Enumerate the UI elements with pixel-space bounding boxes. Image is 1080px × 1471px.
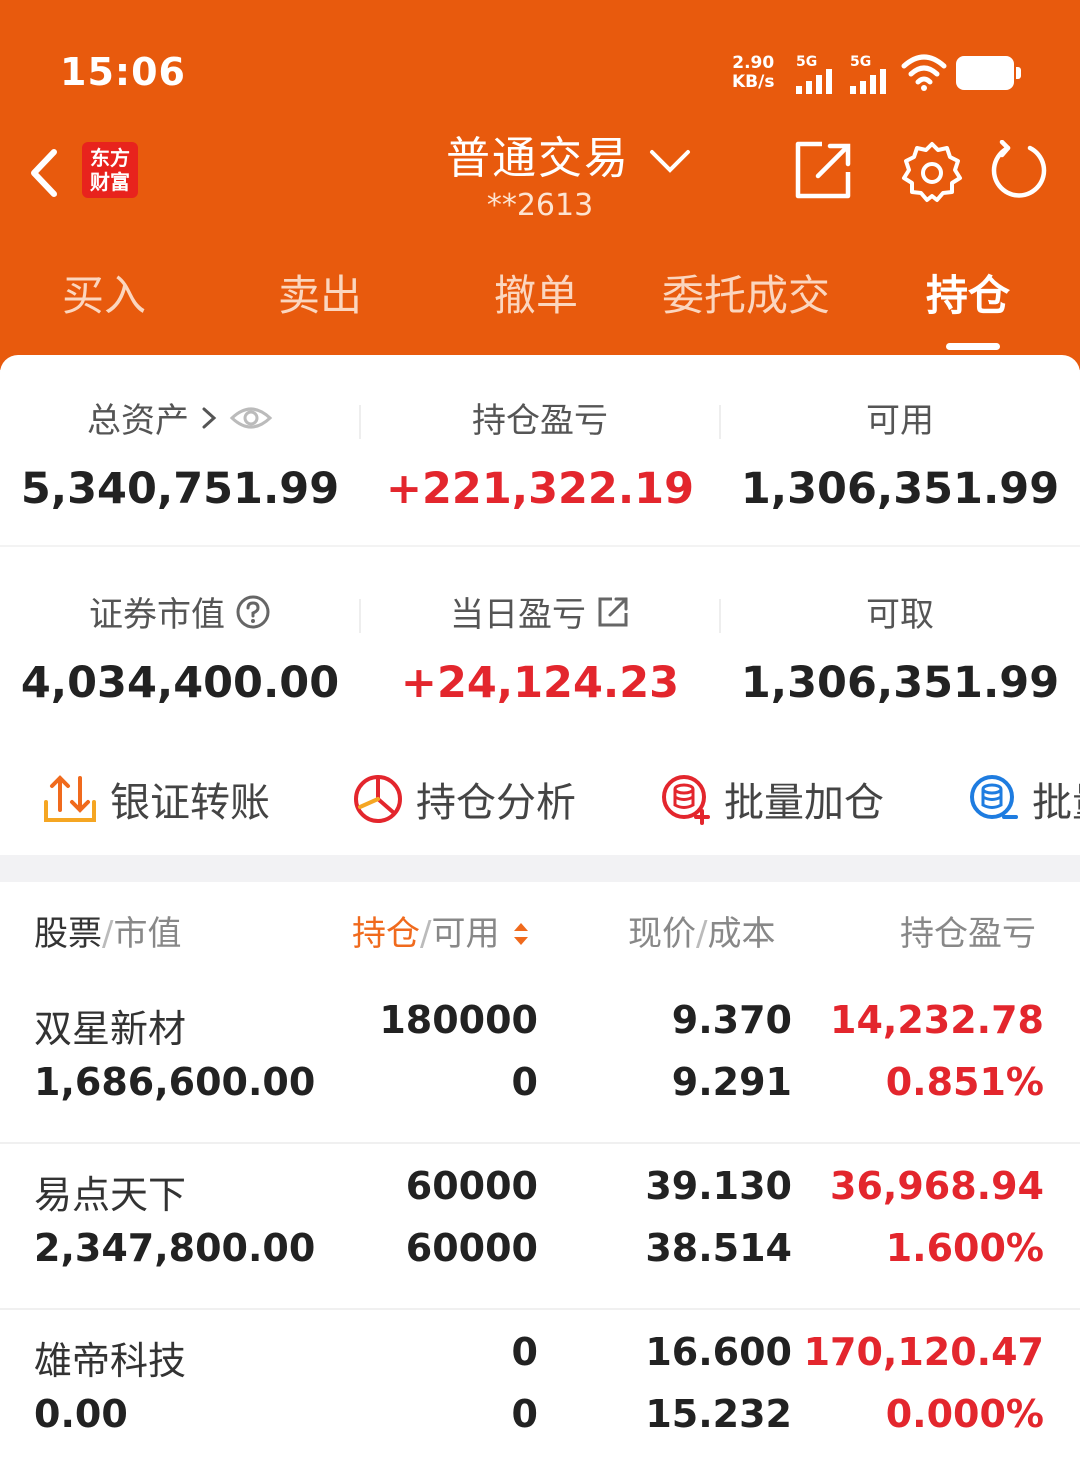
row-divider xyxy=(0,545,1080,547)
app-header: 15:06 2.90 KB/s 5G 5G 东方 财富 普通交易 **2613 xyxy=(0,0,1080,370)
batch-label: 批量 xyxy=(1032,780,1080,826)
stock-cost: 15.232 xyxy=(645,1392,792,1436)
available-value: 1,306,351.99 xyxy=(740,464,1060,514)
position-analysis-label: 持仓分析 xyxy=(416,780,576,826)
stock-cost: 9.291 xyxy=(671,1060,792,1104)
batch-add-icon xyxy=(662,775,710,825)
network-speed: 2.90 KB/s xyxy=(732,54,774,92)
stock-cost: 38.514 xyxy=(645,1226,792,1270)
chevron-down-icon[interactable] xyxy=(648,146,692,176)
daily-pnl[interactable]: 当日盈亏 +24,124.23 xyxy=(360,587,720,708)
stock-market-value: 1,686,600.00 xyxy=(34,1060,316,1104)
stock-name: 易点天下 xyxy=(34,1173,187,1217)
table-header: 股票/市值 持仓/可用 现价/成本 持仓盈亏 xyxy=(0,882,1080,978)
position-pnl-label: 持仓盈亏 xyxy=(472,401,608,441)
available-funds: 可用 1,306,351.99 xyxy=(720,393,1080,514)
available-label: 可用 xyxy=(866,401,934,441)
market-value-value: 4,034,400.00 xyxy=(20,658,340,708)
header-pnl[interactable]: 持仓盈亏 xyxy=(900,906,1045,955)
stock-name: 双星新材 xyxy=(34,1007,187,1051)
position-pnl-value: +221,322.19 xyxy=(385,464,695,514)
batch-add-label: 批量加仓 xyxy=(724,780,884,826)
stock-pnl: 14,232.78 xyxy=(830,998,1044,1042)
stock-pnl: 36,968.94 xyxy=(830,1164,1044,1208)
chevron-right-icon xyxy=(202,407,217,428)
stock-position: 0 xyxy=(511,1330,538,1374)
external-link-icon[interactable] xyxy=(596,595,630,629)
sort-icon[interactable] xyxy=(510,919,532,949)
total-assets-label: 总资产 xyxy=(87,401,189,441)
batch-icon xyxy=(970,775,1018,819)
tab-sell[interactable]: 卖出 xyxy=(278,262,362,323)
eye-icon[interactable] xyxy=(229,403,273,433)
stock-available: 60000 xyxy=(405,1226,538,1270)
tab-orders[interactable]: 委托成交 xyxy=(662,262,830,323)
pie-chart-icon xyxy=(354,775,402,823)
header-stock[interactable]: 股票/市值 xyxy=(34,906,181,955)
share-icon[interactable] xyxy=(792,140,854,202)
daily-pnl-value: +24,124.23 xyxy=(400,658,680,708)
gear-icon[interactable] xyxy=(900,140,964,204)
table-row[interactable]: 双星新材 1,686,600.00 180000 0 9.370 9.291 1… xyxy=(0,978,1080,1144)
trade-tabs: 买入 卖出 撤单 委托成交 持仓 xyxy=(0,262,1080,332)
table-row[interactable]: 易点天下 2,347,800.00 60000 60000 39.130 38.… xyxy=(0,1144,1080,1310)
total-assets-value: 5,340,751.99 xyxy=(20,464,340,514)
position-pnl: 持仓盈亏 +221,322.19 xyxy=(360,393,720,514)
market-value-label: 证券市值 xyxy=(89,595,225,635)
quick-actions: 银证转账 持仓分析 批量加仓 批量 xyxy=(0,770,1080,830)
tab-cancel[interactable]: 撤单 xyxy=(494,262,578,323)
withdrawable-funds: 可取 1,306,351.99 xyxy=(720,587,1080,708)
stock-position: 180000 xyxy=(379,998,538,1042)
bank-transfer-button[interactable]: 银证转账 xyxy=(42,770,270,828)
help-icon[interactable] xyxy=(235,594,271,630)
wifi-icon xyxy=(901,54,947,91)
bank-transfer-label: 银证转账 xyxy=(110,780,270,826)
batch-add-button[interactable]: 批量加仓 xyxy=(660,770,884,828)
header-position[interactable]: 持仓/可用 xyxy=(352,906,532,955)
network-speed-value: 2.90 xyxy=(732,53,775,73)
total-assets[interactable]: 总资产 5,340,751.99 xyxy=(0,393,360,514)
position-analysis-button[interactable]: 持仓分析 xyxy=(352,770,576,828)
stock-price: 9.370 xyxy=(671,998,792,1042)
status-bar: 15:06 2.90 KB/s 5G 5G xyxy=(0,0,1080,120)
stock-price: 39.130 xyxy=(645,1164,792,1208)
page-title[interactable]: 普通交易 xyxy=(446,122,630,186)
active-tab-indicator xyxy=(946,343,1000,350)
stock-price: 16.600 xyxy=(645,1330,792,1374)
stock-pnl: 170,120.47 xyxy=(803,1330,1044,1374)
network-speed-unit: KB/s xyxy=(732,72,775,92)
status-time: 15:06 xyxy=(60,50,186,94)
header-price[interactable]: 现价/成本 xyxy=(628,906,775,955)
stock-pnl-pct: 0.851% xyxy=(885,1060,1044,1104)
stock-pnl-pct: 0.000% xyxy=(885,1392,1044,1436)
stock-available: 0 xyxy=(511,1060,538,1104)
tab-positions[interactable]: 持仓 xyxy=(926,262,1010,323)
withdrawable-value: 1,306,351.99 xyxy=(740,658,1060,708)
daily-pnl-label: 当日盈亏 xyxy=(450,595,586,635)
table-row[interactable]: 雄帝科技 0.00 0 0 16.600 15.232 170,120.47 0… xyxy=(0,1310,1080,1471)
tab-buy[interactable]: 买入 xyxy=(62,262,146,323)
transfer-icon xyxy=(44,775,96,822)
batch-button[interactable]: 批量 xyxy=(968,770,1080,828)
refresh-icon[interactable] xyxy=(990,140,1050,202)
stock-market-value: 0.00 xyxy=(34,1392,128,1436)
withdrawable-label: 可取 xyxy=(866,595,934,635)
stock-pnl-pct: 1.600% xyxy=(885,1226,1044,1270)
stock-available: 0 xyxy=(511,1392,538,1436)
battery-icon xyxy=(956,56,1021,90)
market-value[interactable]: 证券市值 4,034,400.00 xyxy=(0,587,360,708)
stock-market-value: 2,347,800.00 xyxy=(34,1226,316,1270)
stock-name: 雄帝科技 xyxy=(34,1339,187,1383)
holdings-list: 股票/市值 持仓/可用 现价/成本 持仓盈亏 双星新材 1,686,600.00… xyxy=(0,882,1080,1471)
stock-position: 60000 xyxy=(405,1164,538,1208)
